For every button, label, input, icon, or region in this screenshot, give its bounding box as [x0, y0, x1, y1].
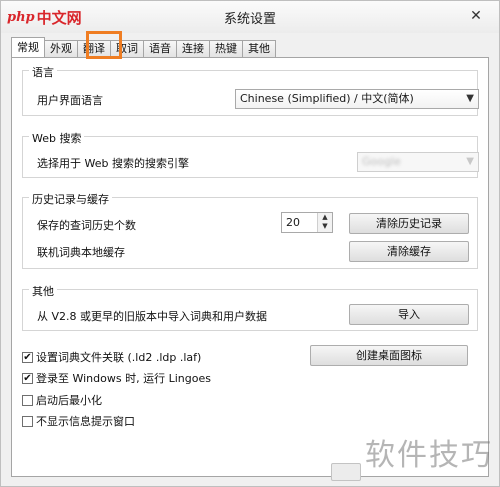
web-search-group-title: Web 搜索: [29, 130, 85, 146]
minimize-checkbox[interactable]: [22, 394, 33, 406]
run-at-login-option[interactable]: ✔ 登录至 Windows 时, 运行 Lingoes: [22, 370, 211, 386]
hide-tips-option[interactable]: 不显示信息提示窗口: [22, 413, 135, 429]
file-association-label: 设置词典文件关联 (.ld2 .ldp .laf): [36, 351, 202, 364]
import-label: 从 V2.8 或更早的旧版本中导入词典和用户数据: [37, 310, 268, 323]
tab-other[interactable]: 其他: [242, 40, 276, 57]
run-at-login-label: 登录至 Windows 时, 运行 Lingoes: [36, 372, 211, 385]
settings-window: php 中文网 系统设置 ✕ 常规 外观 翻译 取词 语音 连接 热键 其他 语…: [0, 0, 500, 487]
web-search-group: Web 搜索 选择用于 Web 搜索的搜索引擎 Google ▼: [22, 130, 479, 178]
search-engine-select[interactable]: Google ▼: [357, 152, 479, 172]
tab-speech[interactable]: 语音: [143, 40, 177, 57]
stepper-arrows-icon[interactable]: ▲ ▼: [317, 213, 332, 232]
file-association-option[interactable]: ✔ 设置词典文件关联 (.ld2 .ldp .laf): [22, 349, 201, 365]
language-group-title: 语言: [29, 64, 57, 80]
import-button[interactable]: 导入: [349, 304, 469, 325]
history-count-label: 保存的查词历史个数: [37, 219, 136, 232]
tab-strip: 常规 外观 翻译 取词 语音 连接 热键 其他: [11, 37, 276, 57]
close-icon[interactable]: ✕: [467, 7, 485, 25]
general-panel: 语言 用户界面语言 Chinese (Simplified) / 中文(简体) …: [11, 57, 489, 477]
history-count-value: 20: [286, 216, 300, 229]
hide-tips-label: 不显示信息提示窗口: [36, 415, 135, 428]
ui-language-value: Chinese (Simplified) / 中文(简体): [240, 92, 414, 105]
ui-language-label: 用户界面语言: [37, 94, 103, 107]
other-group-title: 其他: [29, 283, 57, 299]
language-group: 语言 用户界面语言 Chinese (Simplified) / 中文(简体) …: [22, 64, 479, 116]
watermark-text: 软件技巧: [365, 438, 493, 473]
create-shortcut-button[interactable]: 创建桌面图标: [310, 345, 468, 366]
search-engine-value: Google: [362, 155, 401, 168]
other-group: 其他 从 V2.8 或更早的旧版本中导入词典和用户数据 导入: [22, 283, 478, 331]
tab-hotkeys[interactable]: 热键: [209, 40, 243, 57]
search-engine-label: 选择用于 Web 搜索的搜索引擎: [37, 157, 189, 170]
history-group-title: 历史记录与缓存: [29, 191, 112, 207]
minimize-option[interactable]: 启动后最小化: [22, 392, 102, 408]
ui-language-select[interactable]: Chinese (Simplified) / 中文(简体) ▼: [235, 89, 479, 109]
clear-cache-button[interactable]: 清除缓存: [349, 241, 469, 262]
file-association-checkbox[interactable]: ✔: [22, 351, 33, 363]
tab-connection[interactable]: 连接: [176, 40, 210, 57]
tab-general[interactable]: 常规: [11, 37, 45, 57]
chevron-down-icon: ▼: [466, 156, 474, 167]
hide-tips-checkbox[interactable]: [22, 415, 33, 427]
run-at-login-checkbox[interactable]: ✔: [22, 372, 33, 384]
title-bar: php 中文网 系统设置 ✕: [1, 1, 499, 33]
cache-label: 联机词典本地缓存: [37, 246, 125, 259]
history-count-stepper[interactable]: 20 ▲ ▼: [281, 212, 333, 233]
dialog-button[interactable]: [331, 463, 361, 481]
history-cache-group: 历史记录与缓存 保存的查词历史个数 20 ▲ ▼ 清除历史记录 联机词典本地缓存 …: [22, 191, 478, 269]
clear-history-button[interactable]: 清除历史记录: [349, 213, 469, 234]
translation-tab-highlight: [86, 31, 122, 59]
tab-appearance[interactable]: 外观: [44, 40, 78, 57]
chevron-down-icon: ▼: [466, 93, 474, 104]
window-title: 系统设置: [223, 12, 276, 27]
minimize-label: 启动后最小化: [36, 394, 102, 407]
